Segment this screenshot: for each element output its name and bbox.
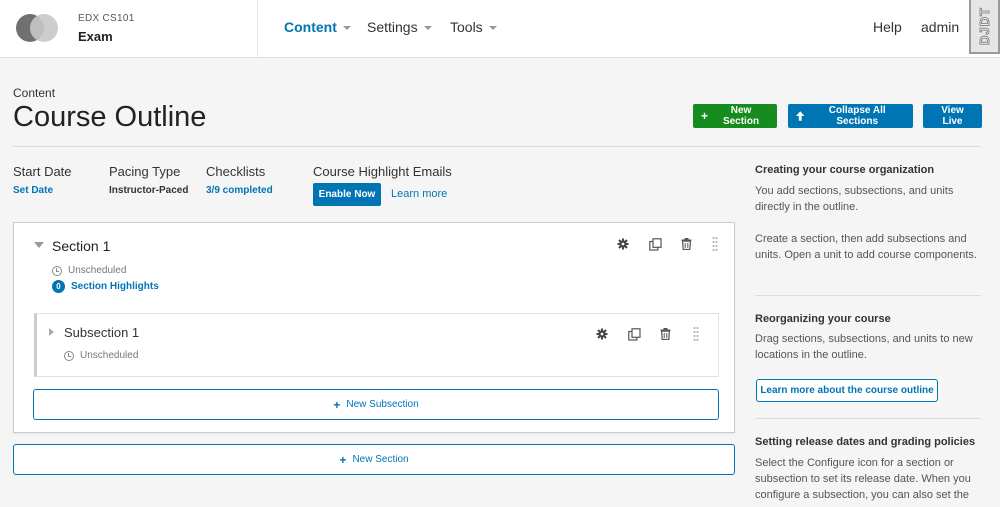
sidebar-text-reorganizing: Drag sections, subsections, and units to… <box>755 333 973 361</box>
header-divider <box>257 0 258 58</box>
section-schedule: Unscheduled <box>52 265 126 276</box>
nav-content-label: Content <box>284 19 337 35</box>
new-subsection-label: New Subsection <box>346 399 419 410</box>
new-section-label: New Section <box>722 105 760 127</box>
enable-now-button[interactable]: Enable Now <box>313 183 381 206</box>
nav-content[interactable]: Content <box>284 19 351 35</box>
section-card: Section 1 Unscheduled 0 Section Highligh… <box>13 222 735 433</box>
new-subsection-button[interactable]: + New Subsection <box>33 389 719 420</box>
chevron-down-icon <box>423 26 432 30</box>
breadcrumb: Content <box>13 86 56 100</box>
section-highlights[interactable]: 0 Section Highlights <box>52 280 159 293</box>
sidebar-divider <box>755 295 981 296</box>
plus-icon: + <box>333 397 341 412</box>
highlight-emails-label: Course Highlight Emails <box>313 164 452 179</box>
plus-icon: + <box>701 109 709 123</box>
section-schedule-text: Unscheduled <box>68 265 127 276</box>
subsection-schedule: Unscheduled <box>64 350 138 361</box>
sidebar-heading-organization: Creating your course organization <box>755 164 935 176</box>
sidebar-divider <box>755 418 981 419</box>
collapse-all-label: Collapse All Sections <box>828 105 886 127</box>
nav-tools[interactable]: Tools <box>450 19 497 35</box>
sidebar-text-organization-1: You add sections, subsections, and units… <box>755 185 954 213</box>
start-date-label: Start Date <box>13 164 72 179</box>
subsection-schedule-text: Unscheduled <box>80 350 139 361</box>
subsection-title[interactable]: Subsection 1 <box>64 325 139 340</box>
help-link[interactable]: Help <box>873 19 902 35</box>
page-title: Course Outline <box>13 101 207 133</box>
logo-circle-right <box>30 14 58 42</box>
nav-tools-label: Tools <box>450 19 483 35</box>
checklists-label: Checklists <box>206 164 266 179</box>
site-header: EDX CS101 Exam Content Settings Tools He… <box>0 0 1000 58</box>
section-title[interactable]: Section 1 <box>52 238 110 254</box>
learn-more-outline-button[interactable]: Learn more about the course outline <box>756 379 938 402</box>
set-date-link[interactable]: Set Date <box>13 185 53 196</box>
learn-more-link[interactable]: Learn more <box>391 188 447 200</box>
sidebar-heading-reorganizing: Reorganizing your course <box>755 313 891 325</box>
sidebar-text-organization-2: Create a section, then add subsections a… <box>755 233 977 261</box>
add-new-section-button[interactable]: + New Section <box>13 444 735 475</box>
gear-icon[interactable] <box>595 327 609 341</box>
chevron-down-icon <box>342 26 351 30</box>
debug-toolbar-handle[interactable]: DJDT <box>969 0 1000 54</box>
expand-triangle-icon[interactable] <box>49 328 54 336</box>
collapse-all-button[interactable]: Collapse All Sections <box>788 104 913 128</box>
nav-settings[interactable]: Settings <box>367 19 432 35</box>
view-live-label: View Live <box>941 105 964 127</box>
sidebar-text-release: Select the Configure icon for a section … <box>755 457 971 501</box>
user-menu[interactable]: admin <box>921 19 959 35</box>
highlights-count-badge: 0 <box>52 280 65 293</box>
checklists-link[interactable]: 3/9 completed <box>206 185 273 196</box>
sidebar-heading-release: Setting release dates and grading polici… <box>755 436 976 448</box>
clock-icon <box>64 350 74 361</box>
subsection-card: Subsection 1 Unscheduled <box>34 313 719 377</box>
title-divider <box>13 146 981 147</box>
clock-icon <box>52 265 62 276</box>
debug-toolbar-label: DJDT <box>977 7 993 46</box>
edx-logo[interactable] <box>16 14 58 42</box>
chevron-down-icon <box>488 26 497 30</box>
duplicate-icon[interactable] <box>627 327 641 341</box>
trash-icon[interactable] <box>658 327 672 341</box>
nav-settings-label: Settings <box>367 19 418 35</box>
course-org: EDX CS101 <box>78 13 135 24</box>
gear-icon[interactable] <box>616 237 630 251</box>
pacing-type-label: Pacing Type <box>109 164 181 179</box>
section-highlights-link[interactable]: Section Highlights <box>71 281 159 292</box>
collapse-triangle-icon[interactable] <box>34 242 44 248</box>
new-section-button[interactable]: + New Section <box>693 104 777 128</box>
drag-handle[interactable] <box>693 326 699 342</box>
arrow-up-icon <box>796 111 805 121</box>
pacing-type-value: Instructor-Paced <box>109 185 189 196</box>
trash-icon[interactable] <box>679 237 693 251</box>
add-new-section-label: New Section <box>352 454 409 465</box>
drag-handle[interactable] <box>712 236 718 252</box>
duplicate-icon[interactable] <box>648 237 662 251</box>
course-name: Exam <box>78 29 113 44</box>
view-live-button[interactable]: View Live <box>923 104 982 128</box>
plus-icon: + <box>339 452 347 467</box>
